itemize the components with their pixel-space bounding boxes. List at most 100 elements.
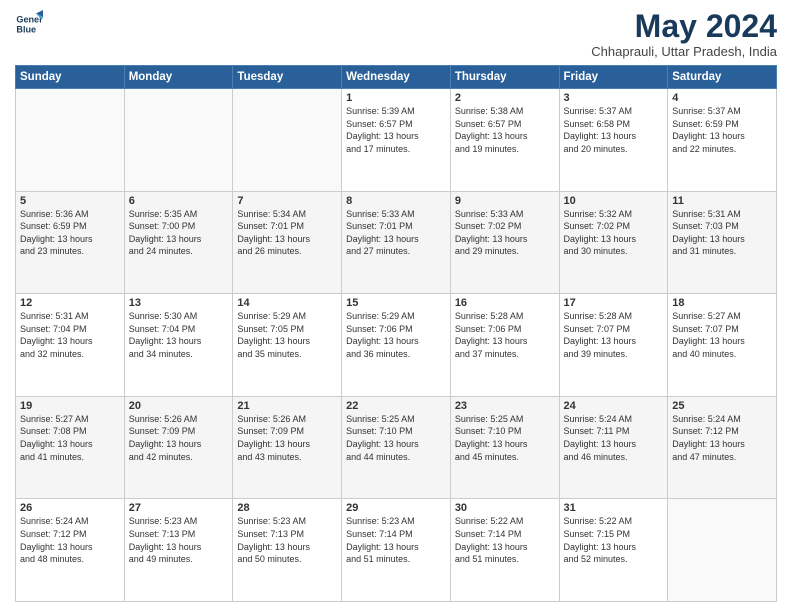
day-number: 29 [346, 502, 446, 514]
header: General Blue May 2024 Chhaprauli, Uttar … [15, 10, 777, 59]
day-number: 26 [20, 502, 120, 514]
day-info: Sunrise: 5:23 AM Sunset: 7:13 PM Dayligh… [237, 515, 337, 565]
col-tuesday: Tuesday [233, 66, 342, 89]
svg-text:Blue: Blue [16, 24, 36, 34]
calendar-cell [233, 89, 342, 192]
col-sunday: Sunday [16, 66, 125, 89]
calendar-cell: 28Sunrise: 5:23 AM Sunset: 7:13 PM Dayli… [233, 499, 342, 602]
day-number: 9 [455, 195, 555, 207]
day-info: Sunrise: 5:29 AM Sunset: 7:06 PM Dayligh… [346, 310, 446, 360]
logo: General Blue [15, 10, 43, 38]
calendar-cell: 20Sunrise: 5:26 AM Sunset: 7:09 PM Dayli… [124, 396, 233, 499]
day-info: Sunrise: 5:38 AM Sunset: 6:57 PM Dayligh… [455, 105, 555, 155]
day-number: 7 [237, 195, 337, 207]
day-number: 8 [346, 195, 446, 207]
calendar-cell: 3Sunrise: 5:37 AM Sunset: 6:58 PM Daylig… [559, 89, 668, 192]
day-number: 17 [564, 297, 664, 309]
day-number: 6 [129, 195, 229, 207]
day-info: Sunrise: 5:32 AM Sunset: 7:02 PM Dayligh… [564, 208, 664, 258]
calendar-cell: 9Sunrise: 5:33 AM Sunset: 7:02 PM Daylig… [450, 191, 559, 294]
calendar-cell: 10Sunrise: 5:32 AM Sunset: 7:02 PM Dayli… [559, 191, 668, 294]
calendar-cell: 7Sunrise: 5:34 AM Sunset: 7:01 PM Daylig… [233, 191, 342, 294]
day-number: 19 [20, 400, 120, 412]
day-number: 31 [564, 502, 664, 514]
day-info: Sunrise: 5:34 AM Sunset: 7:01 PM Dayligh… [237, 208, 337, 258]
day-number: 3 [564, 92, 664, 104]
calendar-cell: 17Sunrise: 5:28 AM Sunset: 7:07 PM Dayli… [559, 294, 668, 397]
day-info: Sunrise: 5:25 AM Sunset: 7:10 PM Dayligh… [455, 413, 555, 463]
day-info: Sunrise: 5:24 AM Sunset: 7:11 PM Dayligh… [564, 413, 664, 463]
day-info: Sunrise: 5:31 AM Sunset: 7:03 PM Dayligh… [672, 208, 772, 258]
day-info: Sunrise: 5:27 AM Sunset: 7:07 PM Dayligh… [672, 310, 772, 360]
day-number: 15 [346, 297, 446, 309]
calendar-cell: 23Sunrise: 5:25 AM Sunset: 7:10 PM Dayli… [450, 396, 559, 499]
col-wednesday: Wednesday [342, 66, 451, 89]
calendar-cell: 26Sunrise: 5:24 AM Sunset: 7:12 PM Dayli… [16, 499, 125, 602]
calendar-cell: 1Sunrise: 5:39 AM Sunset: 6:57 PM Daylig… [342, 89, 451, 192]
calendar-cell [124, 89, 233, 192]
day-info: Sunrise: 5:33 AM Sunset: 7:02 PM Dayligh… [455, 208, 555, 258]
day-number: 23 [455, 400, 555, 412]
calendar-cell: 6Sunrise: 5:35 AM Sunset: 7:00 PM Daylig… [124, 191, 233, 294]
calendar-cell: 29Sunrise: 5:23 AM Sunset: 7:14 PM Dayli… [342, 499, 451, 602]
calendar-cell [16, 89, 125, 192]
calendar-cell: 14Sunrise: 5:29 AM Sunset: 7:05 PM Dayli… [233, 294, 342, 397]
calendar-cell: 18Sunrise: 5:27 AM Sunset: 7:07 PM Dayli… [668, 294, 777, 397]
week-row-4: 19Sunrise: 5:27 AM Sunset: 7:08 PM Dayli… [16, 396, 777, 499]
day-info: Sunrise: 5:31 AM Sunset: 7:04 PM Dayligh… [20, 310, 120, 360]
day-info: Sunrise: 5:29 AM Sunset: 7:05 PM Dayligh… [237, 310, 337, 360]
day-number: 22 [346, 400, 446, 412]
day-info: Sunrise: 5:28 AM Sunset: 7:07 PM Dayligh… [564, 310, 664, 360]
page: General Blue May 2024 Chhaprauli, Uttar … [0, 0, 792, 612]
day-number: 27 [129, 502, 229, 514]
logo-icon: General Blue [15, 10, 43, 38]
day-info: Sunrise: 5:25 AM Sunset: 7:10 PM Dayligh… [346, 413, 446, 463]
col-saturday: Saturday [668, 66, 777, 89]
day-info: Sunrise: 5:28 AM Sunset: 7:06 PM Dayligh… [455, 310, 555, 360]
day-number: 25 [672, 400, 772, 412]
week-row-5: 26Sunrise: 5:24 AM Sunset: 7:12 PM Dayli… [16, 499, 777, 602]
calendar-cell: 8Sunrise: 5:33 AM Sunset: 7:01 PM Daylig… [342, 191, 451, 294]
calendar-cell: 4Sunrise: 5:37 AM Sunset: 6:59 PM Daylig… [668, 89, 777, 192]
calendar-cell: 12Sunrise: 5:31 AM Sunset: 7:04 PM Dayli… [16, 294, 125, 397]
day-info: Sunrise: 5:30 AM Sunset: 7:04 PM Dayligh… [129, 310, 229, 360]
day-info: Sunrise: 5:39 AM Sunset: 6:57 PM Dayligh… [346, 105, 446, 155]
day-number: 2 [455, 92, 555, 104]
day-number: 20 [129, 400, 229, 412]
day-info: Sunrise: 5:23 AM Sunset: 7:14 PM Dayligh… [346, 515, 446, 565]
calendar-cell: 21Sunrise: 5:26 AM Sunset: 7:09 PM Dayli… [233, 396, 342, 499]
calendar-cell: 24Sunrise: 5:24 AM Sunset: 7:11 PM Dayli… [559, 396, 668, 499]
day-info: Sunrise: 5:26 AM Sunset: 7:09 PM Dayligh… [237, 413, 337, 463]
day-info: Sunrise: 5:36 AM Sunset: 6:59 PM Dayligh… [20, 208, 120, 258]
week-row-2: 5Sunrise: 5:36 AM Sunset: 6:59 PM Daylig… [16, 191, 777, 294]
day-info: Sunrise: 5:24 AM Sunset: 7:12 PM Dayligh… [20, 515, 120, 565]
day-number: 4 [672, 92, 772, 104]
title-block: May 2024 Chhaprauli, Uttar Pradesh, Indi… [591, 10, 777, 59]
col-monday: Monday [124, 66, 233, 89]
calendar-cell: 22Sunrise: 5:25 AM Sunset: 7:10 PM Dayli… [342, 396, 451, 499]
calendar-cell: 16Sunrise: 5:28 AM Sunset: 7:06 PM Dayli… [450, 294, 559, 397]
calendar-cell: 5Sunrise: 5:36 AM Sunset: 6:59 PM Daylig… [16, 191, 125, 294]
day-number: 21 [237, 400, 337, 412]
day-info: Sunrise: 5:37 AM Sunset: 6:58 PM Dayligh… [564, 105, 664, 155]
day-info: Sunrise: 5:22 AM Sunset: 7:15 PM Dayligh… [564, 515, 664, 565]
day-number: 16 [455, 297, 555, 309]
day-number: 18 [672, 297, 772, 309]
calendar-cell: 30Sunrise: 5:22 AM Sunset: 7:14 PM Dayli… [450, 499, 559, 602]
day-number: 24 [564, 400, 664, 412]
calendar-cell: 13Sunrise: 5:30 AM Sunset: 7:04 PM Dayli… [124, 294, 233, 397]
day-info: Sunrise: 5:24 AM Sunset: 7:12 PM Dayligh… [672, 413, 772, 463]
day-number: 13 [129, 297, 229, 309]
col-thursday: Thursday [450, 66, 559, 89]
day-info: Sunrise: 5:35 AM Sunset: 7:00 PM Dayligh… [129, 208, 229, 258]
day-info: Sunrise: 5:26 AM Sunset: 7:09 PM Dayligh… [129, 413, 229, 463]
calendar-cell: 15Sunrise: 5:29 AM Sunset: 7:06 PM Dayli… [342, 294, 451, 397]
month-year: May 2024 [591, 10, 777, 42]
day-info: Sunrise: 5:23 AM Sunset: 7:13 PM Dayligh… [129, 515, 229, 565]
day-number: 14 [237, 297, 337, 309]
week-row-3: 12Sunrise: 5:31 AM Sunset: 7:04 PM Dayli… [16, 294, 777, 397]
day-number: 1 [346, 92, 446, 104]
calendar-cell: 2Sunrise: 5:38 AM Sunset: 6:57 PM Daylig… [450, 89, 559, 192]
day-info: Sunrise: 5:33 AM Sunset: 7:01 PM Dayligh… [346, 208, 446, 258]
day-number: 30 [455, 502, 555, 514]
